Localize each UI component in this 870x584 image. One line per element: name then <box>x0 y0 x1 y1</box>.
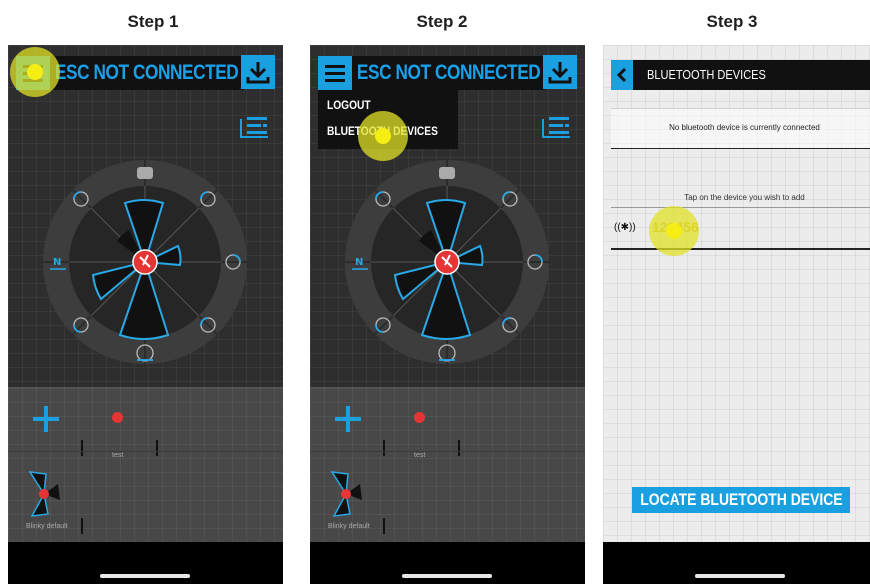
divider-tick <box>81 518 83 534</box>
divider-tick <box>458 440 460 456</box>
default-preset-icon[interactable] <box>324 470 366 518</box>
divider-tick <box>81 440 83 456</box>
system-nav-bar <box>310 542 585 584</box>
home-indicator[interactable] <box>402 574 492 578</box>
list-icon[interactable] <box>239 115 269 139</box>
panel-divider <box>8 451 283 452</box>
connection-status: ESC NOT CONNECTED <box>50 56 244 90</box>
step-1-title: Step 1 <box>127 12 179 31</box>
home-indicator[interactable] <box>100 574 190 578</box>
system-nav-bar <box>603 542 870 584</box>
menu-button[interactable] <box>318 56 352 90</box>
default-preset-label: Blinky default <box>26 523 68 530</box>
step-2-title: Step 2 <box>416 12 468 31</box>
preset-color-dot[interactable] <box>112 412 123 423</box>
list-icon[interactable] <box>541 115 571 139</box>
system-nav-bar <box>8 542 283 584</box>
bluetooth-signal-icon: ((✱)) <box>614 222 636 233</box>
connection-notice: No bluetooth device is currently connect… <box>611 108 870 149</box>
download-button[interactable] <box>241 55 275 89</box>
divider-tick <box>383 518 385 534</box>
download-button[interactable] <box>543 55 577 89</box>
preset-label: test <box>414 452 426 459</box>
home-indicator[interactable] <box>695 574 785 578</box>
panel-divider <box>310 451 585 452</box>
download-icon <box>548 62 572 84</box>
add-preset-icon[interactable] <box>33 406 59 432</box>
locate-button-label: LOCATE BLUETOOTH DEVICE <box>639 490 843 509</box>
preset-panel: test Blinky default <box>310 387 585 542</box>
step-3-title: Step 3 <box>706 12 758 31</box>
mode-wheel[interactable]: N <box>8 153 283 393</box>
locate-bluetooth-device-button[interactable]: LOCATE BLUETOOTH DEVICE <box>632 487 850 513</box>
instruction-text: Tap on the device you wish to add <box>684 193 805 202</box>
phone-screen-step-3: BLUETOOTH DEVICES No bluetooth device is… <box>603 45 870 584</box>
phone-screen-step-1: ESC NOT CONNECTED N test Blinky default <box>8 45 283 584</box>
page-title: BLUETOOTH DEVICES <box>647 67 766 82</box>
add-preset-icon[interactable] <box>335 406 361 432</box>
divider-tick <box>383 440 385 456</box>
notice-text: No bluetooth device is currently connect… <box>669 123 820 132</box>
menu-item-logout[interactable]: LOGOUT <box>327 98 371 112</box>
back-button[interactable] <box>611 60 633 90</box>
preset-label: test <box>112 452 124 459</box>
wheel-n-label: N <box>355 257 363 268</box>
divider-tick <box>156 440 158 456</box>
preset-color-dot[interactable] <box>414 412 425 423</box>
default-preset-label: Blinky default <box>328 523 370 530</box>
tap-indicator <box>358 111 408 161</box>
phone-screen-step-2: ESC NOT CONNECTED N test Blinky default … <box>310 45 585 584</box>
bluetooth-header: BLUETOOTH DEVICES <box>611 60 870 90</box>
preset-panel: test Blinky default <box>8 387 283 542</box>
back-arrow-icon <box>616 67 627 83</box>
mode-wheel[interactable]: N <box>310 153 585 393</box>
wheel-n-label: N <box>53 257 61 268</box>
tap-indicator <box>10 47 60 97</box>
tap-indicator <box>649 206 699 256</box>
connection-status: ESC NOT CONNECTED <box>352 56 546 90</box>
download-icon <box>246 62 270 84</box>
default-preset-icon[interactable] <box>22 470 64 518</box>
